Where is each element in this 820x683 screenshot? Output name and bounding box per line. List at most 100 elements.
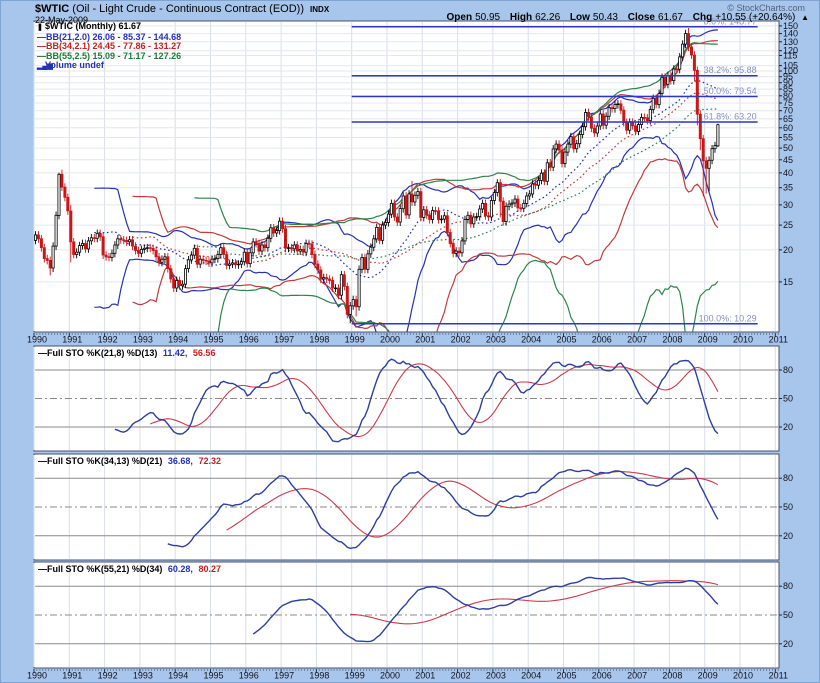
year-label: 1994 [168,671,188,681]
low-value: 50.43 [593,12,618,23]
year-label: 1992 [98,671,118,681]
stoch1-k-value: 11.42, [163,348,188,358]
year-label: 1990 [27,671,47,681]
legend-volume-text: Volume undef [45,60,104,70]
year-label: 2010 [733,335,753,345]
volume-icon: ▂▄▆ [37,62,45,72]
open-value: 50.95 [475,12,500,23]
year-label: 1994 [168,335,188,345]
quote-bar: Open50.95 High62.26 Low50.43 Close61.67 … [440,12,809,23]
year-label: 2010 [733,671,753,681]
year-label: 1991 [62,671,82,681]
price-tick-label: 60 [783,123,793,133]
price-tick-label: 55 [783,132,793,142]
high-value: 62.26 [535,12,560,23]
price-tick-label: 35 [783,183,793,193]
year-label: 2002 [451,335,471,345]
year-label: 1993 [133,335,153,345]
stoch3-k-value: 60.28, [168,564,193,574]
chart-title: $WTIC (Oil - Light Crude - Continuous Co… [35,3,329,15]
fib-level-label: 61.8%: 63.20 [704,112,757,122]
year-label: 2007 [627,335,647,345]
fib-level-label: 38.2%: 95.88 [704,65,757,75]
high-label: High [510,12,532,23]
chg-label: Chg [693,12,712,23]
year-label: 2001 [415,335,435,345]
year-label: 2006 [592,335,612,345]
stoch-tick-label: 80 [783,473,793,483]
year-axis-top: 1990 1991 1992 1993 1994 1995 1996 1997 1998 1999… [27,333,788,345]
stoch2-k-value: 36.68, [168,456,193,466]
year-label: 1997 [274,671,294,681]
year-label: 1995 [203,671,223,681]
year-label: 1995 [203,335,223,345]
stoch2-legend: —Full STO %K(34,13) %D(21) 36.68, 72.32 [38,456,221,466]
year-label: 1999 [345,671,365,681]
year-label: 1999 [345,335,365,345]
stoch3-label: —Full STO %K(55,21) %D(34) [38,564,162,574]
stockcharts-page: 1501401301201151051009590858075706560555… [0,0,820,683]
price-tick-label: 30 [783,200,793,210]
year-label: 2008 [662,671,682,681]
stoch-panel-2: 20 50 80 [34,454,793,560]
year-label: 2009 [698,671,718,681]
symbol-label: $WTIC [35,3,69,15]
year-label: 1998 [309,335,329,345]
stoch3-legend: —Full STO %K(55,21) %D(34) 60.28, 80.27 [38,564,221,574]
close-label: Close [628,12,655,23]
chg-value: +10.55 (+20.64%) [715,12,795,23]
fib-level-label: 100.0%: 10.29 [699,313,757,323]
year-label: 2008 [662,335,682,345]
price-chart-svg: 1501401301201151051009590858075706560555… [1,1,820,683]
exchange-label: INDX [310,5,329,14]
stoch-tick-label: 50 [783,502,793,512]
year-label: 2005 [556,335,576,345]
main-legend: ❚$WTIC (Monthly) 61.67 —BB(21,2.0) 26.06… [37,22,181,72]
stoch-tick-label: 50 [783,394,793,404]
legend-symbol-row: ❚$WTIC (Monthly) 61.67 [37,22,181,33]
stoch1-d-value: 56.56 [193,348,216,358]
stoch2-d-value: 72.32 [198,456,221,466]
year-label: 2007 [627,671,647,681]
price-tick-label: 40 [783,168,793,178]
stoch-tick-label: 80 [783,365,793,375]
stoch1-label: —Full STO %K(21,8) %D(13) [38,348,157,358]
legend-symbol-text: $WTIC (Monthly) 61.67 [45,21,141,31]
stoch-tick-label: 50 [783,610,793,620]
stoch-panel-1: 205080 [34,346,793,451]
stoch1-legend: —Full STO %K(21,8) %D(13) 11.42, 56.56 [38,348,215,358]
year-label: 2004 [521,671,541,681]
year-label: 2003 [486,671,506,681]
stoch-panel-3: 20 50 80 [34,562,793,668]
year-label: 1996 [239,335,259,345]
fib-level-label: 50.0%: 79.54 [704,86,757,96]
year-label: 1998 [309,671,329,681]
year-label: 2004 [521,335,541,345]
year-label: 2000 [380,335,400,345]
stoch-tick-label: 80 [783,581,793,591]
open-label: Open [447,12,473,23]
low-label: Low [570,12,590,23]
year-label: 2005 [556,671,576,681]
price-tick-label: 15 [783,277,793,287]
year-label: 1997 [274,335,294,345]
price-tick-label: 25 [783,220,793,230]
year-label: 1991 [62,335,82,345]
year-label: 1993 [133,671,153,681]
year-label: 2011 [769,335,788,345]
year-label: 1996 [239,671,259,681]
year-label: 2003 [486,335,506,345]
year-label: 2006 [592,671,612,681]
price-tick-label: 50 [783,143,793,153]
price-tick-label: 45 [783,155,793,165]
year-label: 1990 [27,335,47,345]
year-label: 2002 [451,671,471,681]
price-tick-label: 20 [783,245,793,255]
legend-volume-row: ▂▄▆Volume undef [37,61,181,72]
year-label: 2009 [698,335,718,345]
stoch-tick-label: 20 [783,531,793,541]
stoch-tick-label: 20 [783,639,793,649]
year-label: 1992 [98,335,118,345]
price-tick-label: 115 [783,50,797,60]
year-label: 2011 [769,671,788,681]
